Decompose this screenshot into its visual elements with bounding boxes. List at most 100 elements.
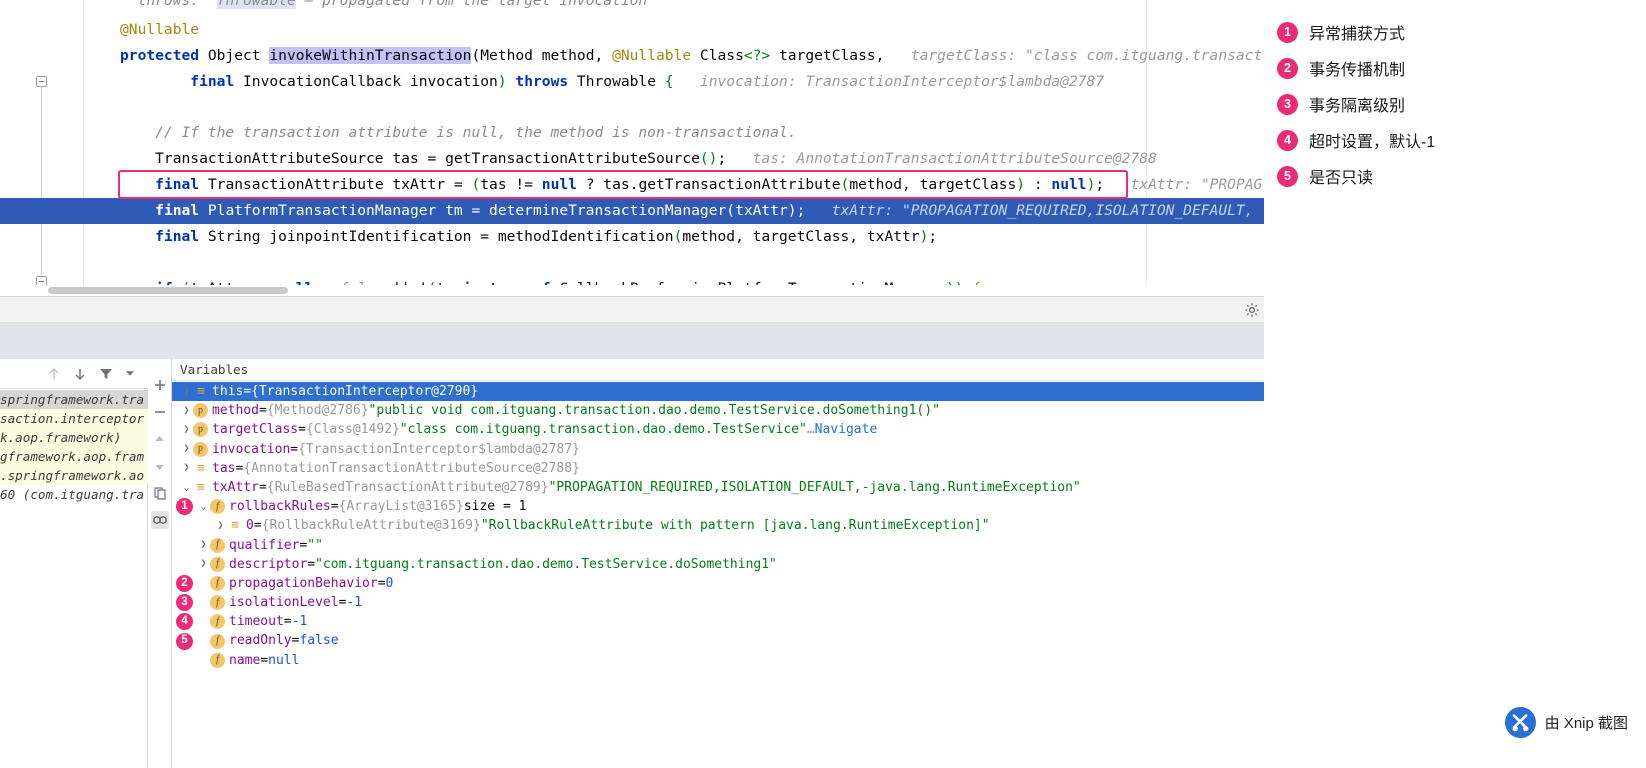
frame-item[interactable]: springframework.tra [0, 390, 148, 409]
debug-tool-window[interactable]: springframework.tra saction.interceptor k.… [0, 296, 1264, 768]
variable-string-value: "PROPAGATION_REQUIRED,ISOLATION_DEFAULT,… [548, 479, 1081, 495]
annotation-badge: 4 [176, 613, 193, 631]
note-badge: 1 [1277, 21, 1298, 43]
code-token: PlatformTransactionManager tm = determin… [199, 202, 727, 219]
variable-row[interactable]: 2 f propagationBehavior = 0 [172, 574, 1264, 593]
code-token: tas != [480, 176, 542, 193]
frame-item[interactable]: gframework.aop.fram [0, 447, 148, 466]
variable-row[interactable]: ⌄ ≡ txAttr = {RuleBasedTransactionAttribut… [172, 478, 1264, 497]
code-token: null [1051, 176, 1087, 193]
code-token: @Nullable [612, 47, 692, 64]
frames-list[interactable]: springframework.tra saction.interceptor k.… [0, 390, 148, 768]
code-token: method, targetClass, txAttr [682, 228, 920, 245]
code-editor[interactable]: throws: Throwable – propagated from the … [0, 0, 1264, 296]
variable-string-value: "RollbackRuleAttribute with pattern [jav… [480, 518, 990, 534]
frames-panel[interactable]: springframework.tra saction.interceptor k.… [0, 359, 148, 768]
code-line: TransactionAttributeSource tas = getTran… [84, 146, 1157, 172]
code-text[interactable]: throws: Throwable – propagated from the … [84, 0, 1264, 296]
truncation-ellipsis: … [806, 422, 815, 438]
annotation-note: 5 是否只读 [1277, 158, 1637, 194]
code-token: txAttr [735, 202, 788, 219]
editor-hscrollbar[interactable] [0, 285, 1264, 296]
variable-row[interactable]: 5 f readOnly = false [172, 631, 1264, 650]
variable-name: invocation [212, 441, 291, 457]
chevron-right-icon[interactable]: ❯ [197, 540, 210, 550]
debug-toolbar[interactable] [0, 297, 1264, 323]
code-token: // If the transaction attribute is null,… [120, 124, 797, 141]
code-token: (Method method, [471, 47, 613, 64]
remove-icon[interactable] [151, 403, 169, 421]
code-token: ( [726, 202, 736, 219]
filter-icon[interactable] [98, 366, 114, 382]
variable-equals: = [283, 614, 292, 630]
variable-row[interactable]: 4 f timeout = -1 [172, 612, 1264, 631]
variable-row[interactable]: ❯ ≡ this = {TransactionInterceptor@2790} [172, 382, 1264, 402]
gear-icon[interactable] [1244, 302, 1260, 318]
frames-toolbar[interactable] [0, 359, 148, 389]
variable-equals: = [290, 441, 299, 457]
chevron-down-icon[interactable]: ⌄ [197, 501, 210, 512]
variable-name: rollbackRules [229, 499, 331, 515]
frame-item[interactable]: k.aop.framework) [0, 428, 148, 447]
variable-name: name [229, 652, 261, 668]
code-token: txAttr: "PROPAG [1104, 176, 1263, 193]
move-up-icon[interactable] [151, 430, 169, 448]
variable-row[interactable]: 1 ⌄ f rollbackRules = {ArrayList@3165} size… [172, 497, 1264, 516]
copy-icon[interactable] [151, 484, 169, 502]
chevron-right-icon[interactable]: ❯ [214, 520, 227, 531]
chevron-right-icon[interactable]: ❯ [197, 559, 210, 569]
variable-row[interactable]: ❯ p targetClass = {Class@1492} "class com.… [172, 420, 1264, 439]
move-down-icon[interactable] [151, 457, 169, 475]
variables-side-toolbar[interactable] [148, 359, 172, 768]
variable-row[interactable]: ❯ p method = {Method@2786} "public void co… [172, 401, 1264, 420]
chevron-right-icon[interactable]: ❯ [180, 463, 193, 473]
variable-row[interactable]: ❯ ≡ tas = {AnnotationTransactionAttributeS… [172, 459, 1264, 478]
navigate-link[interactable]: Navigate [815, 420, 878, 439]
arrow-down-icon[interactable] [72, 366, 88, 382]
chevron-down-icon[interactable] [124, 366, 140, 382]
editor-hscrollbar-thumb[interactable] [48, 287, 288, 294]
code-line: final InvocationCallback invocation) thr… [84, 69, 1104, 95]
variable-name: txAttr [212, 479, 259, 495]
chevron-down-icon[interactable]: ⌄ [180, 482, 193, 493]
variable-string-value: "" [307, 537, 323, 553]
variables-tree[interactable]: ❯ ≡ this = {TransactionInterceptor@2790} ❯ p… [172, 382, 1264, 768]
field-icon: f [210, 556, 225, 572]
variables-panel[interactable]: Variables ❯ ≡ this = {TransactionIntercept… [172, 359, 1264, 768]
chevron-right-icon[interactable]: ❯ [180, 424, 193, 435]
editor-gutter[interactable] [0, 0, 84, 296]
watermark-text: 由 Xnip 截图 [1544, 715, 1628, 732]
frame-item[interactable]: saction.interceptor [0, 409, 148, 428]
watch-icon[interactable] [150, 511, 169, 529]
variable-number-value: false [299, 633, 339, 649]
code-token: invokeWithinTransaction [269, 47, 472, 64]
variable-row[interactable]: 3 f isolationLevel = -1 [172, 593, 1264, 612]
variable-row[interactable]: ❯ p invocation = {TransactionInterceptor$l… [172, 440, 1264, 459]
frame-item[interactable]: .springframework.ao [0, 466, 148, 485]
note-text: 是否只读 [1309, 170, 1374, 187]
chevron-right-icon[interactable]: ❯ [180, 444, 193, 454]
code-token: throws [515, 73, 569, 90]
variable-row[interactable]: ❯ f descriptor = "com.itguang.transaction.… [172, 555, 1264, 574]
add-icon[interactable] [151, 376, 169, 394]
code-token: Class [691, 47, 744, 64]
variable-ref: {Class@1492} [305, 422, 400, 438]
code-token: : [1025, 176, 1052, 193]
code-token: – propagated from the target invocation [295, 0, 648, 9]
variable-row[interactable]: f name = null [172, 651, 1264, 670]
chevron-right-icon[interactable]: ❯ [180, 405, 193, 416]
fold-collapse-icon[interactable] [36, 76, 47, 87]
code-token: ; [928, 228, 938, 245]
chevron-right-icon[interactable]: ❯ [180, 386, 193, 397]
variable-ref: {RuleBasedTransactionAttribute@2789} [266, 479, 549, 495]
frame-item[interactable]: 60 (com.itguang.tra [0, 485, 148, 504]
code-token: ; [1095, 176, 1105, 193]
arrow-up-icon[interactable] [46, 366, 62, 382]
variable-row[interactable]: ❯ f qualifier = "" [172, 536, 1264, 555]
variable-row[interactable]: ❯ ≡ 0 = {RollbackRuleAttribute@3169} "Roll… [172, 516, 1264, 535]
code-line: @Nullable [84, 17, 199, 43]
note-text: 事务隔离级别 [1309, 98, 1406, 115]
